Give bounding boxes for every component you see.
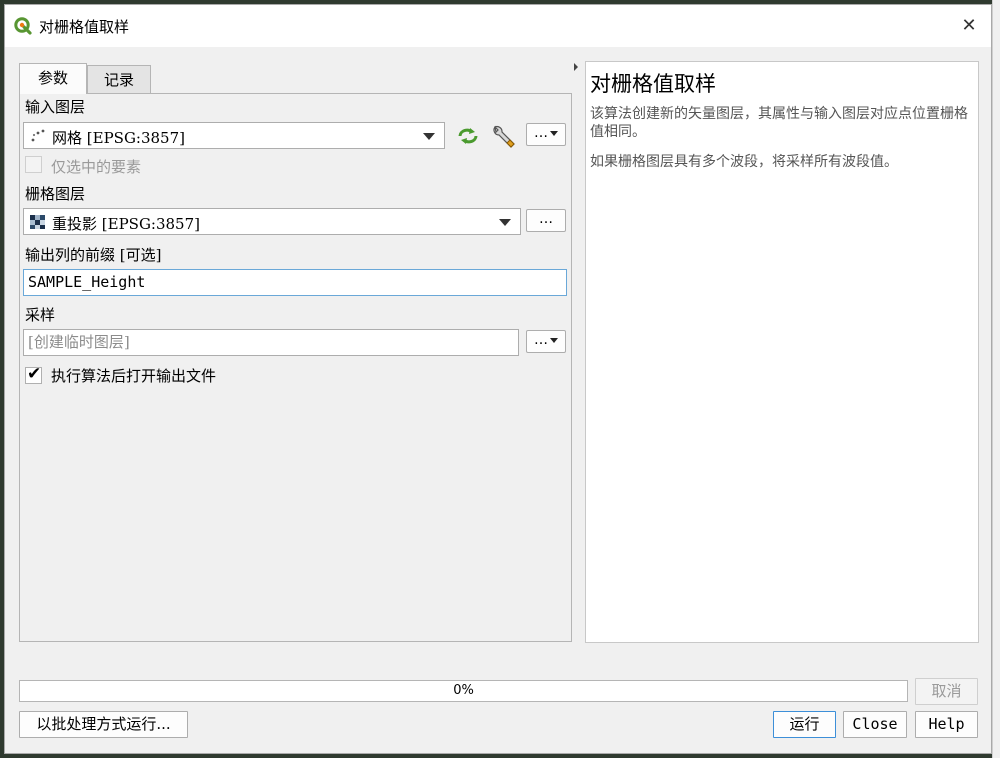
checkmark-icon: ✔	[27, 364, 42, 384]
chevron-down-icon	[550, 130, 558, 136]
help-title: 对栅格值取样	[590, 72, 716, 96]
point-layer-icon	[31, 129, 45, 142]
help-paragraph-2: 如果栅格图层具有多个波段，将采样所有波段值。	[590, 154, 898, 170]
tab-parameters[interactable]: 参数	[19, 63, 87, 94]
dots-label: …	[534, 125, 548, 141]
input-layer-options-button[interactable]: …	[526, 123, 566, 146]
prefix-label: 输出列的前缀 [可选]	[25, 246, 162, 264]
title-bar: 对栅格值取样 ✕	[5, 5, 991, 47]
sampled-output-options-button[interactable]: …	[526, 330, 566, 353]
raster-layer-icon	[30, 215, 45, 229]
wrench-icon[interactable]	[489, 123, 519, 151]
batch-process-button[interactable]: 以批处理方式运行...	[19, 711, 188, 738]
help-paragraph-1: 该算法创建新的矢量图层，其属性与输入图层对应点位置栅格值相同。	[590, 106, 968, 140]
chevron-down-icon	[423, 133, 435, 140]
input-layer-label: 输入图层	[25, 98, 86, 116]
chevron-down-icon	[550, 337, 558, 343]
help-panel: 对栅格值取样 该算法创建新的矢量图层，其属性与输入图层对应点位置栅格值相同。 如…	[585, 61, 979, 643]
background-window	[992, 0, 1000, 758]
prefix-value: SAMPLE_Height	[28, 273, 146, 291]
splitter-handle-icon[interactable]	[574, 63, 578, 71]
prefix-input[interactable]: SAMPLE_Height	[23, 269, 567, 296]
tab-log[interactable]: 记录	[87, 65, 151, 93]
close-button[interactable]: Close	[843, 711, 907, 738]
close-icon[interactable]: ✕	[955, 13, 983, 39]
dots-label: …	[534, 332, 548, 348]
run-button[interactable]: 运行	[773, 711, 836, 738]
help-button[interactable]: Help	[915, 711, 978, 738]
open-output-label: 执行算法后打开输出文件	[51, 367, 217, 385]
sampled-output-placeholder: [创建临时图层]	[28, 333, 130, 351]
window-title: 对栅格值取样	[39, 18, 130, 36]
selected-features-label: 仅选中的要素	[51, 158, 142, 176]
selected-features-checkbox[interactable]	[25, 156, 42, 173]
iterate-icon[interactable]	[456, 126, 480, 146]
input-layer-combo[interactable]: 网格 [EPSG:3857]	[23, 122, 445, 149]
chevron-down-icon	[499, 219, 511, 226]
dots-label: …	[539, 211, 553, 227]
raster-layer-label: 栅格图层	[25, 185, 86, 203]
input-layer-value: 网格 [EPSG:3857]	[52, 129, 186, 147]
raster-layer-value: 重投影 [EPSG:3857]	[52, 215, 201, 233]
dialog-window: 对栅格值取样 ✕ 参数 记录 输入图层 网格 [EPSG:3857] … 仅选中…	[4, 4, 992, 754]
qgis-logo-icon	[14, 17, 32, 35]
raster-layer-options-button[interactable]: …	[526, 209, 566, 232]
raster-layer-combo[interactable]: 重投影 [EPSG:3857]	[23, 208, 521, 235]
sampled-output-label: 采样	[25, 306, 56, 324]
cancel-button[interactable]: 取消	[915, 678, 978, 705]
open-output-checkbox[interactable]: ✔	[25, 364, 42, 384]
progress-text: 0%	[453, 683, 474, 698]
sampled-output-input[interactable]: [创建临时图层]	[23, 329, 519, 356]
progress-bar: 0%	[19, 680, 908, 702]
